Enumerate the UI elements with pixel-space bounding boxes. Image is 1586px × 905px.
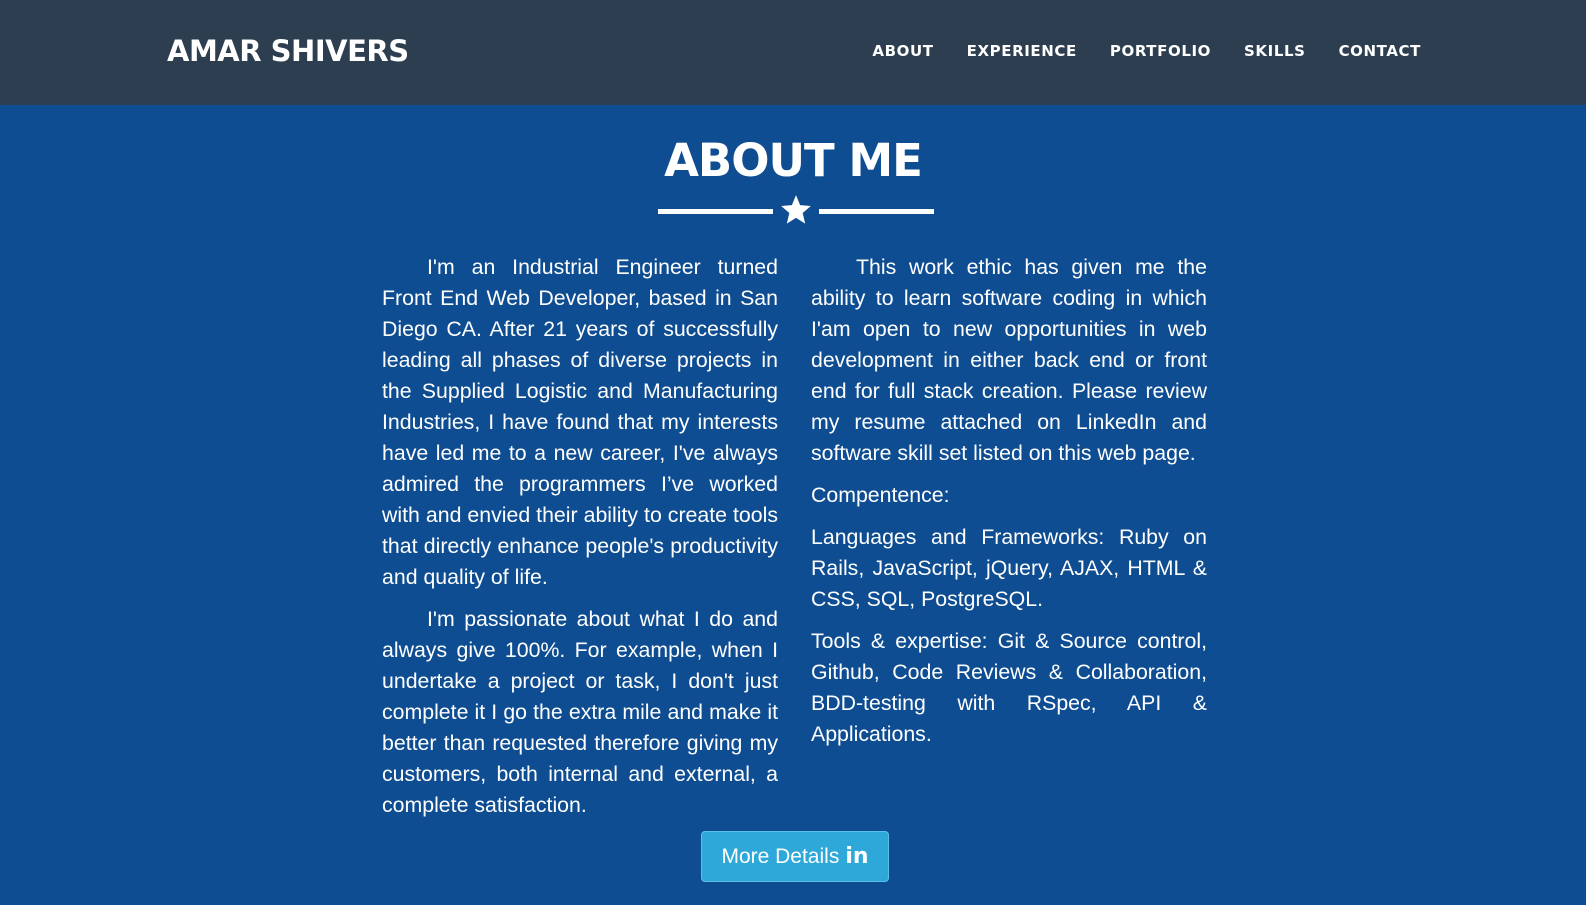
about-right-column: This work ethic has given me the ability… <box>811 252 1207 761</box>
linkedin-icon: in <box>845 844 869 869</box>
nav-contact[interactable]: CONTACT <box>1339 40 1421 62</box>
nav-experience[interactable]: EXPERIENCE <box>967 40 1077 62</box>
about-section: ABOUT ME I'm an Industrial Engineer turn… <box>0 105 1586 905</box>
divider-line-right <box>819 209 934 214</box>
divider-line-left <box>658 209 773 214</box>
about-paragraph: I'm passionate about what I do and alway… <box>382 607 778 817</box>
about-left-column: I'm an Industrial Engineer turned Front … <box>382 252 778 832</box>
nav-about[interactable]: ABOUT <box>872 40 933 62</box>
brand-logo[interactable]: AMAR SHIVERS <box>167 31 409 71</box>
languages-frameworks: Languages and Frameworks: Ruby on Rails,… <box>811 525 1207 611</box>
tools-expertise: Tools & expertise: Git & Source control,… <box>811 629 1207 746</box>
section-title: ABOUT ME <box>664 134 923 187</box>
nav-skills[interactable]: SKILLS <box>1244 40 1306 62</box>
more-details-button[interactable]: More Details in <box>701 831 889 882</box>
star-divider <box>658 193 934 229</box>
navbar: AMAR SHIVERS ABOUT EXPERIENCE PORTFOLIO … <box>0 0 1586 105</box>
about-paragraph: This work ethic has given me the ability… <box>811 255 1207 465</box>
nav-portfolio[interactable]: PORTFOLIO <box>1110 40 1211 62</box>
star-icon <box>781 195 811 224</box>
competence-heading: Compentence: <box>811 483 950 507</box>
about-paragraph: I'm an Industrial Engineer turned Front … <box>382 255 778 589</box>
more-details-label: More Details <box>721 845 840 868</box>
main-nav: ABOUT EXPERIENCE PORTFOLIO SKILLS CONTAC… <box>839 40 1421 62</box>
